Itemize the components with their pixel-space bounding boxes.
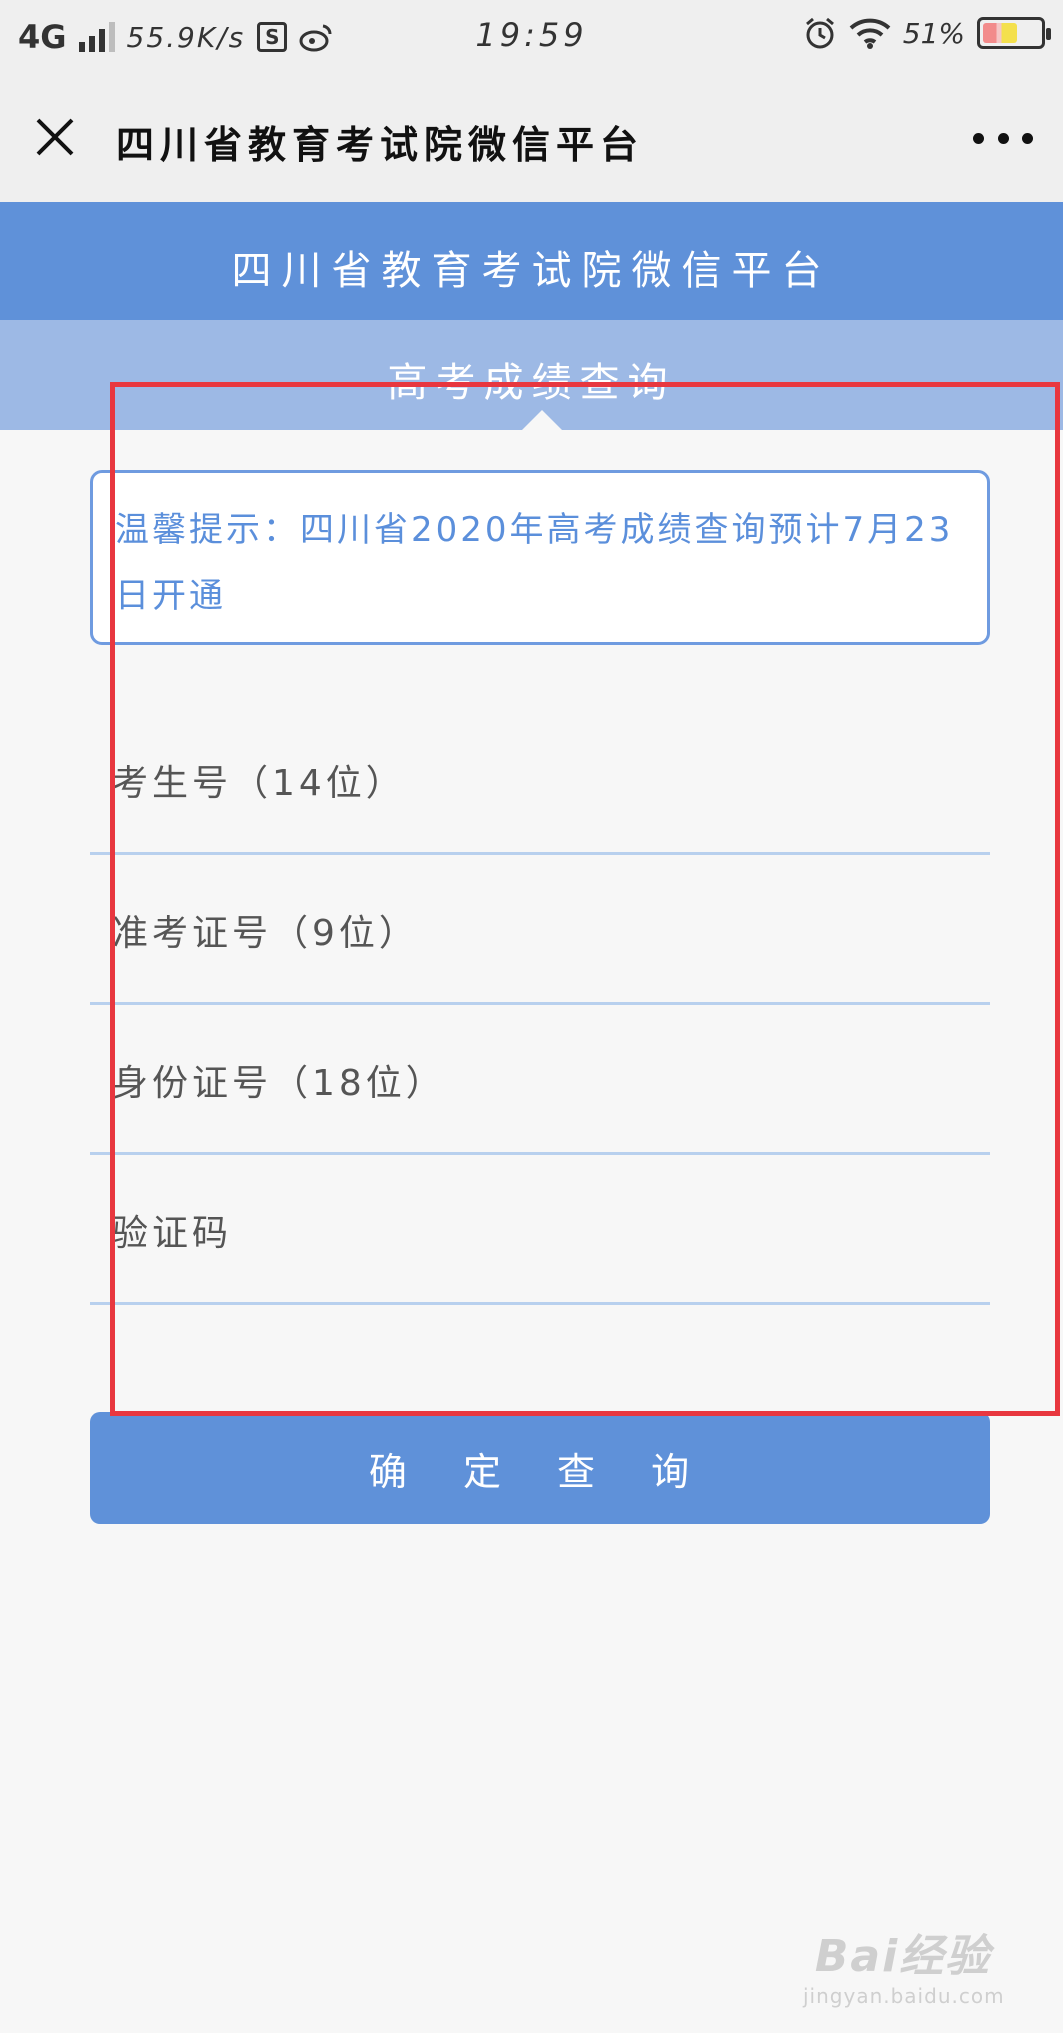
captcha-field-wrap bbox=[90, 1155, 990, 1305]
tab-score-query[interactable]: 高考成绩查询 bbox=[0, 350, 1063, 408]
admission-ticket-field-wrap bbox=[90, 855, 990, 1005]
exam-number-field-wrap bbox=[90, 705, 990, 855]
baidu-jingyan-watermark: Bai经验 jingyan.baidu.com bbox=[803, 1920, 1005, 2010]
tab-indicator bbox=[522, 410, 562, 430]
platform-header: 四川省教育考试院微信平台 bbox=[0, 202, 1063, 320]
exam-number-input[interactable] bbox=[112, 755, 972, 811]
admission-ticket-input[interactable] bbox=[112, 905, 972, 961]
submit-query-button[interactable]: 确 定 查 询 bbox=[90, 1412, 990, 1524]
wifi-icon bbox=[849, 18, 891, 49]
more-dot-icon bbox=[973, 132, 984, 144]
more-button[interactable] bbox=[973, 126, 1033, 150]
alarm-icon bbox=[805, 17, 834, 49]
header-title: 四川省教育考试院微信平台 bbox=[231, 248, 832, 294]
close-button[interactable] bbox=[30, 112, 80, 162]
status-bar: 4G 55.9K/s S 19:59 51% bbox=[0, 0, 1063, 74]
title-bar: 四川省教育考试院微信平台 bbox=[0, 74, 1063, 202]
watermark-logo: Bai经验 bbox=[814, 1931, 992, 1982]
battery-icon bbox=[977, 17, 1051, 49]
page-title: 四川省教育考试院微信平台 bbox=[116, 123, 645, 167]
id-number-field-wrap bbox=[90, 1005, 990, 1155]
more-dot-icon bbox=[1022, 132, 1033, 144]
more-dot-icon bbox=[997, 132, 1009, 144]
battery-percent: 51% bbox=[902, 16, 965, 50]
watermark-url: jingyan.baidu.com bbox=[803, 1984, 1005, 2008]
notice-box: 温馨提示：四川省2020年高考成绩查询预计7月23日开通 bbox=[90, 470, 990, 645]
id-number-input[interactable] bbox=[112, 1055, 972, 1111]
close-icon bbox=[36, 118, 74, 156]
status-right: 51% bbox=[803, 16, 1051, 50]
captcha-input[interactable] bbox=[112, 1205, 972, 1261]
